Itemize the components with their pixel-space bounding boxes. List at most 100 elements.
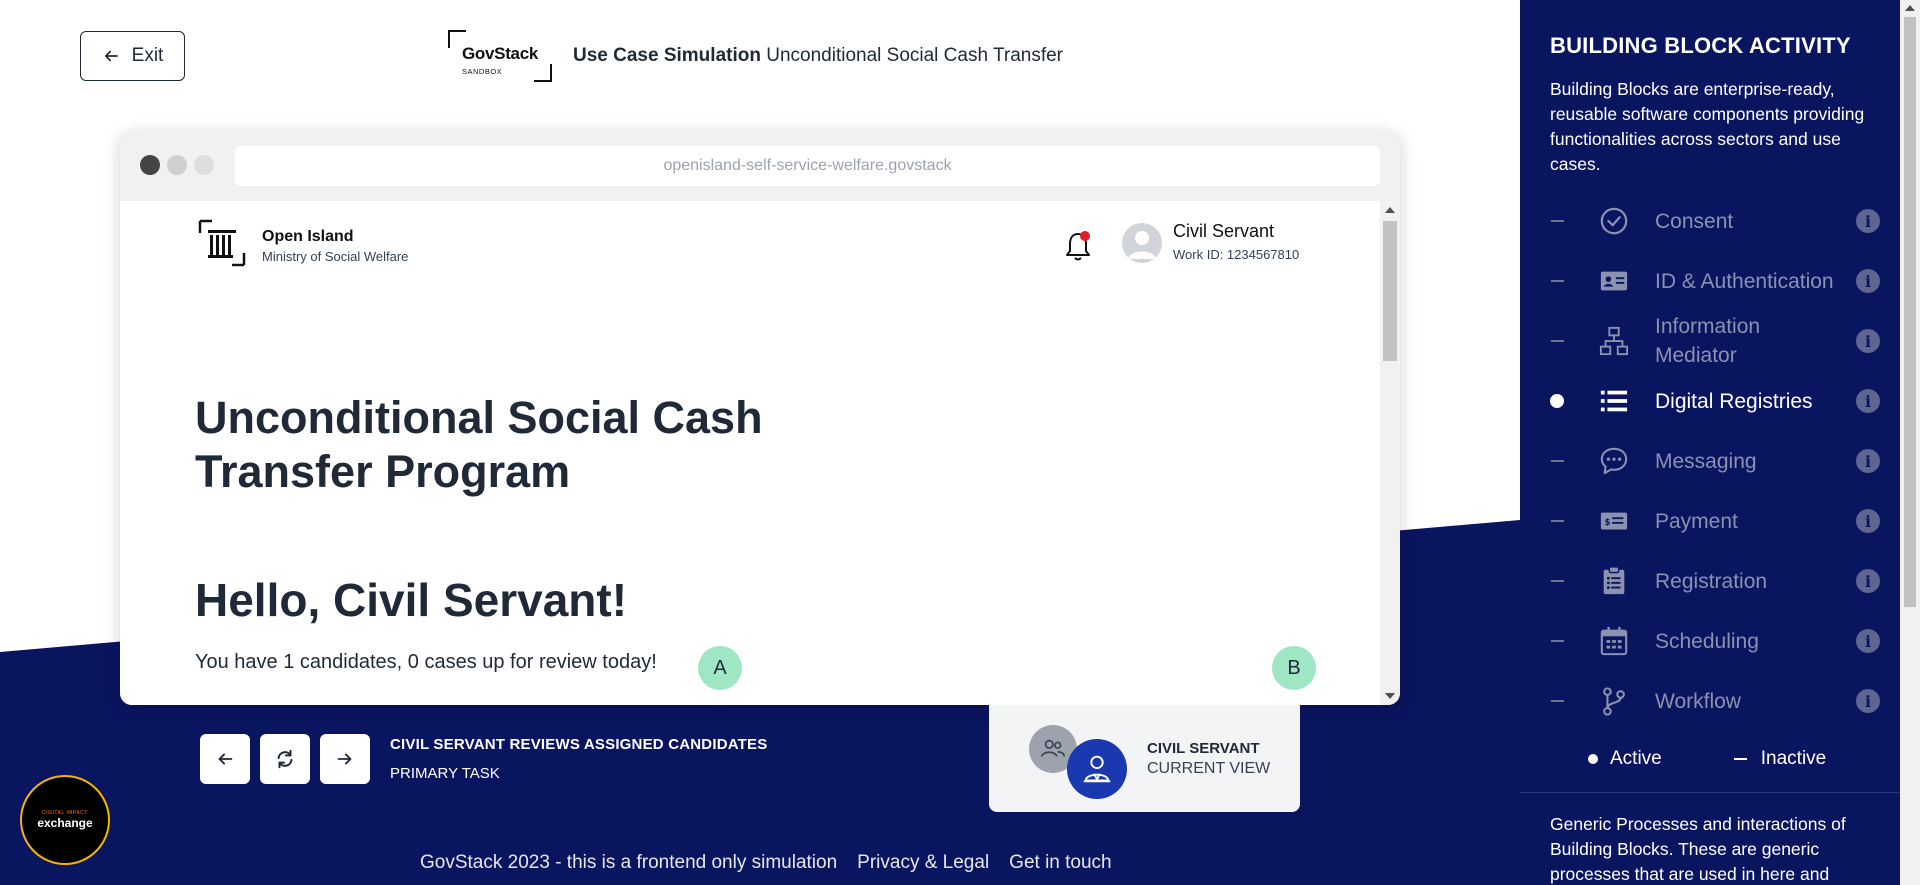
notification-bell-icon[interactable]: [1063, 229, 1093, 263]
id-card-icon: [1598, 265, 1630, 297]
info-icon[interactable]: i: [1856, 569, 1880, 593]
page-title: Use Case Simulation Unconditional Social…: [573, 45, 1063, 67]
refresh-icon: [277, 749, 293, 769]
bb-item-label: Registration: [1655, 569, 1768, 593]
civil-servant-view-avatar[interactable]: [1067, 739, 1127, 799]
exit-button[interactable]: Exit: [80, 31, 185, 81]
current-view-card[interactable]: CIVIL SERVANT CURRENT VIEW: [989, 705, 1300, 812]
scroll-up-arrow-icon[interactable]: [1905, 5, 1915, 11]
govstack-logo: GovStack SANDBOX: [448, 30, 552, 82]
dial-logo-big: exchange: [37, 816, 93, 830]
inactive-state-icon: [1550, 640, 1564, 642]
building-block-panel: BUILDING BLOCK ACTIVITY Building Blocks …: [1520, 0, 1920, 885]
restart-button[interactable]: [260, 734, 310, 784]
task-subtitle: PRIMARY TASK: [390, 765, 500, 782]
window-dot-maximize: [194, 155, 214, 175]
window-dot-close: [140, 155, 160, 175]
calendar-icon: [1598, 625, 1630, 657]
bb-item-consent[interactable]: Consent i: [1550, 197, 1880, 245]
bb-item-payment[interactable]: $ Payment i: [1550, 497, 1880, 545]
footer-copyright: GovStack 2023 - this is a frontend only …: [420, 852, 838, 873]
bb-item-label: Scheduling: [1655, 629, 1759, 653]
viewport-scrollbar[interactable]: [1380, 201, 1400, 705]
branch-icon: [1598, 685, 1630, 717]
bb-item-label: Digital Registries: [1655, 389, 1813, 413]
check-circle-icon: [1598, 205, 1630, 237]
info-icon[interactable]: i: [1856, 209, 1880, 233]
inactive-state-icon: [1550, 580, 1564, 582]
panel-divider: [1520, 792, 1900, 793]
svg-text:$: $: [1605, 517, 1611, 527]
next-step-button[interactable]: [320, 734, 370, 784]
previous-step-button[interactable]: [200, 734, 250, 784]
payment-card-icon: $: [1598, 505, 1630, 537]
users-icon: [1040, 739, 1066, 757]
info-icon[interactable]: i: [1856, 449, 1880, 473]
bb-item-workflow[interactable]: Workflow i: [1550, 677, 1880, 725]
scroll-up-arrow-icon[interactable]: [1385, 207, 1395, 213]
bb-item-messaging[interactable]: Messaging i: [1550, 437, 1880, 485]
bb-item-registration[interactable]: Registration i: [1550, 557, 1880, 605]
browser-frame: openisland-self-service-welfare.govstack…: [120, 131, 1400, 705]
bb-item-label: Consent: [1655, 209, 1734, 233]
review-summary: You have 1 candidates, 0 cases up for re…: [195, 651, 657, 673]
arrow-left-icon: [104, 50, 118, 62]
bb-item-label: ID & Authentication: [1655, 269, 1834, 293]
inactive-state-icon: [1550, 520, 1564, 522]
chat-icon: [1598, 445, 1630, 477]
inactive-state-icon: [1550, 700, 1564, 702]
legend: Active Inactive: [1588, 748, 1826, 770]
clipboard-icon: [1598, 565, 1630, 597]
marker-b[interactable]: B: [1272, 646, 1316, 690]
bb-item-id-authentication[interactable]: ID & Authentication i: [1550, 257, 1880, 305]
bb-item-label: Messaging: [1655, 449, 1757, 473]
browser-toolbar: openisland-self-service-welfare.govstack: [120, 131, 1400, 201]
page-title-bold: Use Case Simulation: [573, 45, 761, 66]
scroll-thumb[interactable]: [1383, 221, 1397, 361]
user-silhouette-icon: [1128, 231, 1156, 259]
inactive-state-icon: [1550, 460, 1564, 462]
url-bar: openisland-self-service-welfare.govstack: [235, 146, 1380, 186]
panel-title: BUILDING BLOCK ACTIVITY: [1550, 33, 1851, 58]
url-text: openisland-self-service-welfare.govstack: [663, 157, 952, 174]
panel-scrollbar[interactable]: [1900, 0, 1920, 885]
bb-item-scheduling[interactable]: Scheduling i: [1550, 617, 1880, 665]
avatar[interactable]: [1122, 223, 1162, 263]
info-icon[interactable]: i: [1856, 629, 1880, 653]
scroll-down-arrow-icon[interactable]: [1385, 693, 1395, 699]
bb-item-label: Information Mediator: [1655, 315, 1761, 367]
view-subtitle: CURRENT VIEW: [1147, 760, 1271, 777]
privacy-link[interactable]: Privacy & Legal: [857, 852, 989, 874]
org-name: Open Island: [262, 228, 354, 245]
active-state-icon: [1550, 394, 1564, 408]
panel-scroll-thumb[interactable]: [1904, 17, 1916, 607]
info-icon[interactable]: i: [1856, 269, 1880, 293]
network-icon: [1598, 325, 1630, 357]
digital-impact-exchange-logo: DIGITAL IMPACT exchange: [20, 775, 110, 865]
contact-link[interactable]: Get in touch: [1009, 852, 1111, 874]
bb-item-label: Payment: [1655, 509, 1738, 533]
logo-sub: SANDBOX: [462, 67, 503, 76]
legend-active-label: Active: [1610, 748, 1662, 769]
arrow-right-icon: [337, 753, 352, 765]
ministry-name: Ministry of Social Welfare: [262, 249, 409, 264]
info-icon[interactable]: i: [1856, 509, 1880, 533]
exit-label: Exit: [131, 45, 164, 66]
user-work-id: Work ID: 1234567810: [1173, 247, 1300, 262]
bb-item-information-mediator[interactable]: Information Mediator i: [1550, 315, 1880, 367]
bb-item-label: Workflow: [1655, 689, 1741, 713]
marker-a[interactable]: A: [698, 646, 742, 690]
view-title: CIVIL SERVANT: [1147, 740, 1260, 757]
info-icon[interactable]: i: [1856, 389, 1880, 413]
panel-description: Building Blocks are enterprise-ready, re…: [1550, 79, 1865, 174]
info-icon[interactable]: i: [1856, 689, 1880, 713]
bb-item-digital-registries[interactable]: Digital Registries i: [1550, 377, 1880, 425]
legend-inactive-label: Inactive: [1760, 748, 1827, 769]
active-legend-icon: [1588, 754, 1598, 764]
app-viewport: Open Island Ministry of Social Welfare C…: [120, 201, 1380, 705]
civil-servant-icon: [1083, 755, 1111, 783]
info-icon[interactable]: i: [1856, 329, 1880, 353]
task-title: CIVIL SERVANT REVIEWS ASSIGNED CANDIDATE…: [390, 736, 768, 753]
page-title-rest: Unconditional Social Cash Transfer: [766, 45, 1063, 66]
panel-footer-text: Generic Processes and interactions of Bu…: [1550, 814, 1846, 884]
